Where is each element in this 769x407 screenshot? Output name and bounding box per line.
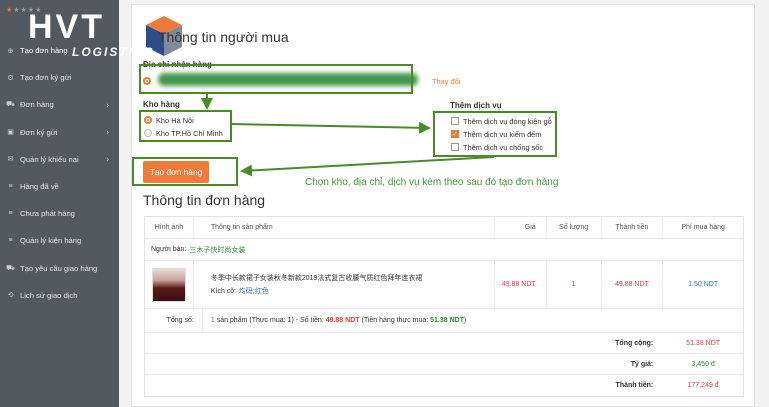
- product-size: Kích cỡ: 均码;红色: [211, 286, 423, 296]
- col-header-total: Thành tiền: [602, 217, 664, 238]
- final-amount-value: 177,249 đ: [687, 382, 719, 389]
- product-price: 49.88 NDT: [495, 261, 547, 308]
- col-header-price: Giá: [495, 217, 547, 238]
- col-header-qty: Số lượng: [547, 217, 602, 238]
- summary-count: 1: [210, 317, 215, 324]
- product-name[interactable]: 冬季中长款裙子女装秋冬新款2019法式复古收腰气质红色拜年连衣裙: [211, 273, 423, 283]
- size-value: 均码;红色: [238, 288, 269, 295]
- col-header-fee: Phí mua hàng: [681, 224, 725, 231]
- order-section-title: Thông tin đơn hàng: [143, 192, 266, 208]
- summary-actual-amount: 51.38 NDT: [430, 317, 464, 324]
- product-row: 冬季中长款裙子女装秋冬新款2019法式复古收腰气质红色拜年连衣裙 Kích cỡ…: [145, 261, 743, 309]
- product-fee: 1.50 NDT: [688, 281, 719, 288]
- seller-name[interactable]: 三木子快时尚女装: [189, 245, 245, 255]
- instruction-annotation: Chọn kho, địa chỉ, dịch vụ kèm theo sau …: [305, 177, 559, 188]
- grand-total-value: 51.38 NDT: [686, 339, 721, 347]
- summary-text-d: ): [464, 317, 467, 324]
- product-thumbnail[interactable]: [151, 267, 186, 302]
- rate-row: Tỷ giá: 3,450 đ: [145, 354, 743, 375]
- seller-row: Người bán: 三木子快时尚女装: [145, 239, 743, 261]
- summary-text: 1 sản phẩm (Thực mua: 1) - Số tiền: 49.8…: [203, 309, 743, 332]
- totals-block: Tổng cộng: 51.38 NDT Tỷ giá: 3,450 đ Thà…: [145, 333, 743, 396]
- product-qty: 1: [547, 261, 602, 308]
- summary-amount: 49.88 NDT: [325, 317, 360, 324]
- summary-text-c: (Tiền hàng thực mua:: [361, 317, 429, 324]
- product-info-cell: 冬季中长款裙子女装秋冬新款2019法式复古收腰气质红色拜年连衣裙 Kích cỡ…: [194, 261, 495, 308]
- exchange-rate-label: Tỷ giá:: [630, 360, 654, 368]
- col-header-product: Thông tin sản phẩm: [194, 217, 495, 238]
- arrow-warehouse-to-services: [231, 121, 431, 134]
- product-total: 49.88 NDT: [602, 261, 664, 308]
- order-table: Hình ảnh Thông tin sản phẩm Giá Số lượng…: [144, 216, 744, 397]
- summary-row: Tổng số: 1 sản phẩm (Thực mua: 1) - Số t…: [145, 309, 743, 333]
- final-row: Thành tiền: 177,249 đ: [145, 375, 743, 396]
- col-header-image: Hình ảnh: [145, 217, 194, 238]
- product-image-cell: [145, 261, 194, 308]
- final-amount-label: Thành tiền:: [615, 382, 654, 389]
- grand-total-label: Tổng cộng:: [615, 339, 654, 347]
- exchange-rate-value: 3,450 đ: [691, 360, 715, 368]
- seller-label: Người bán:: [151, 246, 187, 253]
- table-header-row: Hình ảnh Thông tin sản phẩm Giá Số lượng…: [145, 217, 743, 239]
- summary-label: Tổng số:: [145, 309, 203, 332]
- total-row: Tổng cộng: 51.38 NDT: [145, 333, 743, 354]
- size-label: Kích cỡ:: [210, 288, 237, 295]
- summary-text-b: ) - Số tiền:: [291, 317, 324, 324]
- arrow-services-to-button: [240, 156, 495, 177]
- summary-text-a: sản phẩm (Thực mua:: [216, 317, 286, 324]
